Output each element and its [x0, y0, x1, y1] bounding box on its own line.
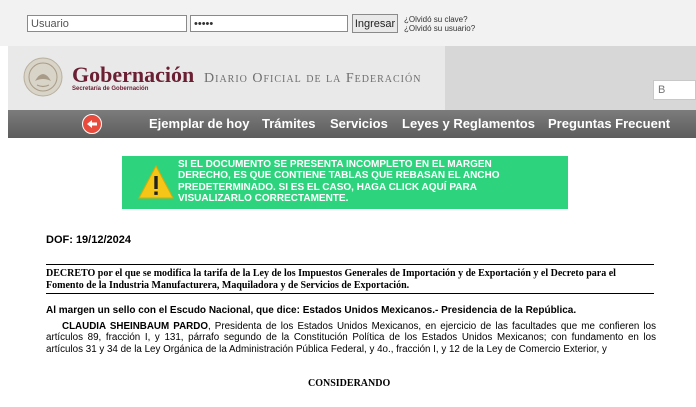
brand-subtitle: Secretaría de Gobernación: [72, 86, 149, 92]
nav-item-leyes-y-reglamentos[interactable]: Leyes y Reglamentos: [402, 116, 535, 131]
warning-line: DERECHO, ES QUE CONTIENE TABLAS QUE REBA…: [178, 170, 500, 182]
login-bar: Ingresar ¿Olvidó su clave? ¿Olvidó su us…: [0, 0, 696, 46]
dof-date: DOF: 19/12/2024: [46, 234, 131, 246]
nav-item-tramites[interactable]: Trámites: [262, 116, 315, 131]
warning-line: SI EL DOCUMENTO SE PRESENTA INCOMPLETO E…: [178, 159, 492, 170]
header-banner: [445, 46, 696, 110]
brand-name: Gobernación: [72, 62, 195, 87]
forgot-password-link[interactable]: ¿Olvidó su clave?: [404, 15, 475, 24]
search-box[interactable]: B: [653, 80, 696, 100]
main-nav: Ejemplar de hoy Trámites Servicios Leyes…: [8, 110, 696, 138]
login-button[interactable]: Ingresar: [352, 14, 398, 33]
back-button[interactable]: [82, 114, 102, 134]
title-rule-bottom: [46, 293, 654, 294]
incomplete-document-warning[interactable]: SI EL DOCUMENTO SE PRESENTA INCOMPLETO E…: [122, 156, 568, 209]
margin-note: Al margen un sello con el Escudo Naciona…: [46, 305, 577, 316]
warning-icon: [138, 164, 174, 199]
publication-name: Diario Oficial de la Federación: [204, 71, 422, 86]
warning-line: VISUALIZARLO CORRECTAMENTE.: [178, 193, 349, 205]
nav-item-preguntas-frecuentes[interactable]: Preguntas Frecuent: [548, 116, 670, 131]
section-heading: CONSIDERANDO: [308, 378, 391, 389]
username-input[interactable]: [27, 15, 187, 32]
nav-item-ejemplar-de-hoy[interactable]: Ejemplar de hoy: [149, 116, 249, 131]
decree-body: CLAUDIA SHEINBAUM PARDO, Presidenta de l…: [46, 321, 656, 355]
warning-line: PREDETERMINADO. SI ES EL CASO, HAGA CLIC…: [178, 181, 477, 193]
nav-item-servicios[interactable]: Servicios: [330, 116, 388, 131]
site-header: Gobernación Secretaría de Gobernación Di…: [8, 46, 696, 110]
brand-logo[interactable]: Gobernación Secretaría de Gobernación: [72, 64, 194, 93]
national-seal-icon: [23, 57, 63, 97]
warning-text: SI EL DOCUMENTO SE PRESENTA INCOMPLETO E…: [178, 159, 558, 205]
forgot-user-link[interactable]: ¿Olvidó su usuario?: [404, 24, 475, 33]
forgot-links: ¿Olvidó su clave? ¿Olvidó su usuario?: [404, 15, 475, 33]
arrow-left-icon: [87, 120, 97, 128]
decree-author: CLAUDIA SHEINBAUM PARDO: [62, 321, 208, 332]
password-input[interactable]: [190, 15, 348, 32]
title-rule-top: [46, 264, 654, 265]
decree-title: DECRETO por el que se modifica la tarifa…: [46, 268, 616, 291]
